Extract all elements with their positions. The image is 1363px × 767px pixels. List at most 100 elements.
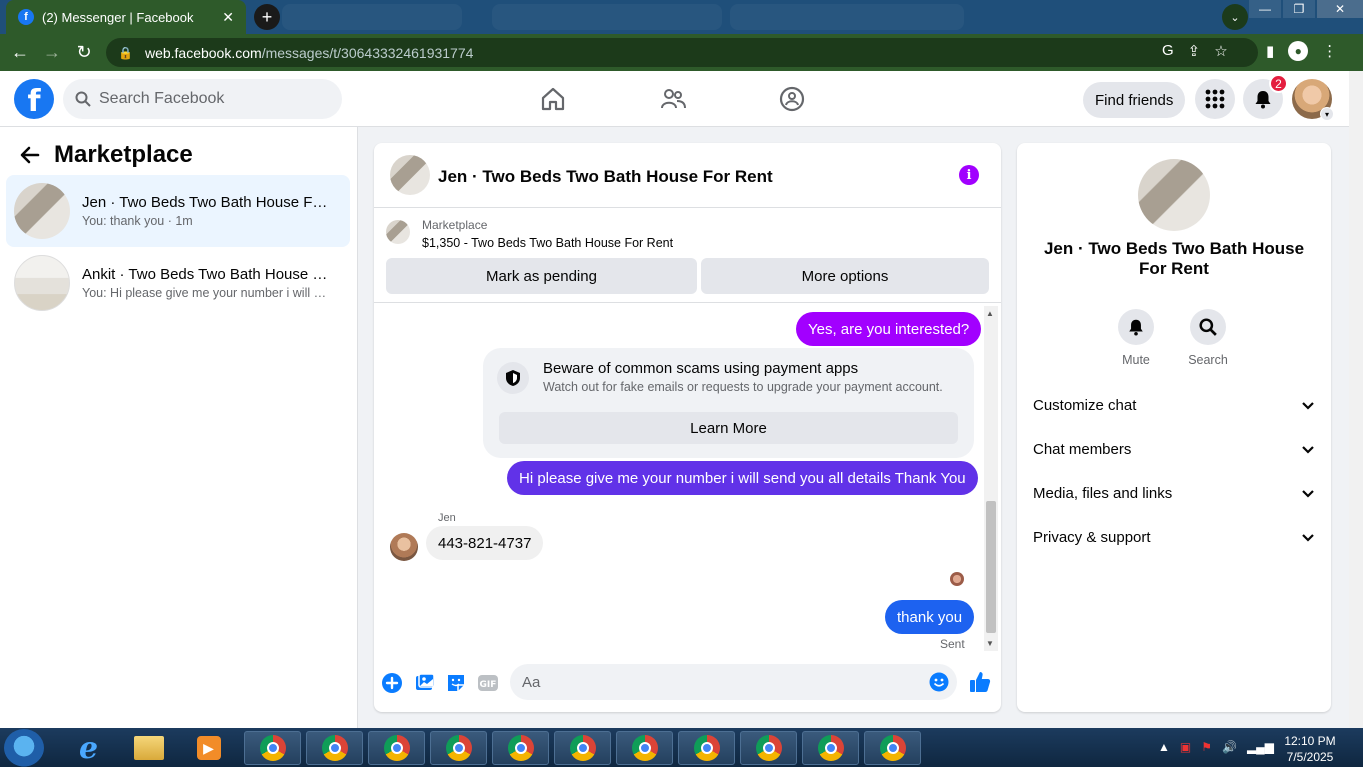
start-button[interactable] [4, 729, 44, 767]
google-icon[interactable]: G [1162, 42, 1174, 60]
side-panel-icon[interactable]: ▮ [1266, 42, 1274, 60]
tab-close-icon[interactable]: ✕ [222, 9, 234, 26]
customize-chat-row[interactable]: Customize chat [1033, 395, 1315, 415]
media-files-links-row[interactable]: Media, files and links [1033, 483, 1315, 503]
background-tab[interactable] [492, 4, 722, 30]
chrome-taskbar-icon[interactable] [368, 731, 425, 765]
search-icon [1199, 318, 1217, 336]
chrome-taskbar-icon[interactable] [554, 731, 611, 765]
home-icon[interactable] [539, 85, 567, 113]
conversation-item[interactable]: Jen · Two Beds Two Bath House For Rent Y… [6, 175, 350, 247]
conversation-thumbnail [14, 183, 70, 239]
sender-name: Jen [438, 512, 456, 524]
tray-app-icon[interactable]: ▣ [1180, 740, 1191, 754]
address-domain: web.facebook.com [144, 44, 262, 61]
chat-thumbnail[interactable] [390, 155, 430, 195]
profile-avatar[interactable]: ▾ [1292, 79, 1334, 121]
seen-indicator-avatar [950, 572, 964, 586]
chat-title[interactable]: Jen · Two Beds Two Bath House For Rent [438, 167, 773, 187]
new-tab-button[interactable]: + [254, 4, 280, 30]
share-icon[interactable]: ⇪ [1188, 42, 1201, 60]
chrome-taskbar-icon[interactable] [678, 731, 735, 765]
maximize-button[interactable]: ❐ [1283, 0, 1315, 18]
reload-icon[interactable]: ↻ [68, 37, 100, 69]
friends-icon[interactable] [659, 85, 687, 113]
tab-search-icon[interactable]: ⌄ [1222, 4, 1248, 30]
search-action[interactable]: Search [1178, 309, 1238, 367]
sticker-icon[interactable] [445, 672, 467, 694]
chrome-taskbar-icon[interactable] [306, 731, 363, 765]
network-flag-icon[interactable]: ⚑ [1201, 740, 1212, 754]
forward-arrow-icon[interactable]: → [36, 37, 68, 69]
windows-taskbar: e ▶ ▲ ▣ ⚑ 🔊 ▂▄▆ 12:10 PM 7/5/2025 [0, 728, 1363, 767]
background-tab[interactable] [282, 4, 462, 30]
message-input-box[interactable] [510, 664, 957, 700]
signal-icon[interactable]: ▂▄▆ [1247, 740, 1274, 754]
privacy-support-row[interactable]: Privacy & support [1033, 527, 1315, 547]
scroll-down-icon[interactable]: ▼ [986, 639, 994, 648]
mark-as-pending-button[interactable]: Mark as pending [386, 258, 697, 294]
facebook-search-input[interactable] [99, 90, 319, 108]
details-thumbnail[interactable] [1138, 159, 1210, 231]
active-tab[interactable]: f (2) Messenger | Facebook ✕ [6, 0, 246, 34]
message-input[interactable] [522, 673, 902, 691]
outgoing-message[interactable]: thank you [885, 600, 975, 634]
facebook-logo-icon[interactable]: f [14, 79, 54, 119]
search-icon [75, 91, 91, 107]
incoming-message[interactable]: 443-821-4737 [426, 526, 544, 560]
tray-expand-icon[interactable]: ▲ [1158, 740, 1170, 754]
message-scrollbar-thumb[interactable] [986, 501, 996, 633]
find-friends-button[interactable]: Find friends [1083, 82, 1186, 118]
search-button[interactable] [1190, 309, 1226, 345]
page-scrollbar[interactable] [1349, 71, 1363, 728]
outgoing-message[interactable]: Yes, are you interested? [796, 312, 982, 346]
chrome-taskbar-icon[interactable] [244, 731, 301, 765]
listing-price-title[interactable]: $1,350 - Two Beds Two Bath House For Ren… [422, 236, 673, 250]
more-options-button[interactable]: More options [701, 258, 989, 294]
taskbar-clock[interactable]: 12:10 PM 7/5/2025 [1280, 733, 1340, 765]
bookmark-star-icon[interactable]: ☆ [1214, 42, 1227, 60]
learn-more-button[interactable]: Learn More [499, 412, 958, 444]
mute-action[interactable]: Mute [1106, 309, 1166, 367]
info-icon[interactable]: i [959, 165, 979, 185]
chrome-taskbar-icon[interactable] [864, 731, 921, 765]
internet-explorer-icon[interactable]: e [60, 731, 117, 766]
chrome-taskbar-icon[interactable] [616, 731, 673, 765]
thumbs-up-icon[interactable] [968, 670, 992, 694]
address-bar[interactable]: 🔒 web.facebook.com/messages/t/3064333246… [106, 38, 1258, 67]
facebook-search[interactable] [63, 79, 342, 119]
emoji-icon[interactable] [929, 672, 949, 692]
bell-icon [1129, 319, 1143, 336]
chrome-taskbar-icon[interactable] [802, 731, 859, 765]
back-arrow-icon[interactable] [18, 143, 42, 167]
chat-members-row[interactable]: Chat members [1033, 439, 1315, 459]
plus-circle-icon[interactable] [381, 672, 403, 694]
grid-icon [1205, 89, 1225, 109]
chrome-taskbar-icon[interactable] [492, 731, 549, 765]
browser-tab-strip: f (2) Messenger | Facebook ✕ + ⌄ — ❐ ✕ [0, 0, 1363, 34]
conversation-item[interactable]: Ankit · Two Beds Two Bath House For Rent… [6, 247, 350, 319]
media-player-icon[interactable]: ▶ [180, 731, 237, 765]
volume-icon[interactable]: 🔊 [1222, 740, 1237, 754]
sender-avatar[interactable] [390, 533, 418, 561]
file-explorer-icon[interactable] [120, 731, 177, 765]
message-status: Sent [940, 637, 965, 651]
browser-profile-icon[interactable]: ● [1288, 41, 1309, 61]
mute-button[interactable] [1118, 309, 1154, 345]
conversation-name: Ankit · Two Beds Two Bath House For Rent [82, 266, 332, 283]
groups-icon[interactable] [778, 85, 806, 113]
chrome-taskbar-icon[interactable] [430, 731, 487, 765]
listing-thumbnail[interactable] [386, 220, 410, 244]
menu-grid-button[interactable] [1195, 79, 1235, 119]
back-arrow-icon[interactable]: ← [4, 37, 36, 69]
scroll-up-icon[interactable]: ▲ [986, 309, 994, 318]
outgoing-message[interactable]: Hi please give me your number i will sen… [507, 461, 978, 495]
minimize-button[interactable]: — [1249, 0, 1281, 18]
gif-icon[interactable]: GIF [477, 672, 499, 694]
background-tab[interactable] [730, 4, 964, 30]
chrome-taskbar-icon[interactable] [740, 731, 797, 765]
photo-icon[interactable] [414, 672, 436, 694]
browser-menu-icon[interactable]: ⋮ [1322, 42, 1337, 60]
window-close-button[interactable]: ✕ [1317, 0, 1363, 18]
chevron-down-icon [1302, 534, 1314, 542]
